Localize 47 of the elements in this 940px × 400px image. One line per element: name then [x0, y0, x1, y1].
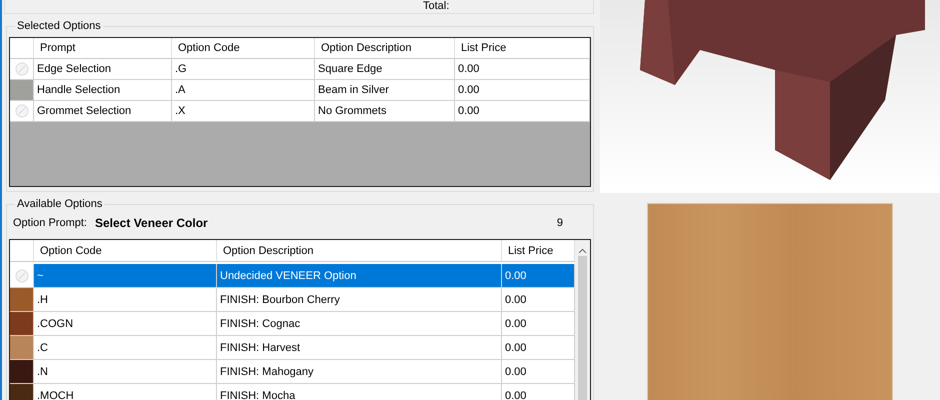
group-title: Available Options — [15, 197, 104, 211]
table-cell[interactable]: 0.00 — [502, 336, 575, 360]
no-image-icon — [14, 268, 28, 282]
table-cell[interactable]: .COGN — [34, 312, 217, 336]
table-cell: .G — [172, 59, 315, 80]
table-cell[interactable]: 0.00 — [502, 384, 575, 400]
table-cell[interactable]: 0.00 — [502, 264, 575, 288]
table-cell[interactable]: FINISH: Bourbon Cherry — [217, 288, 502, 312]
scroll-up-icon[interactable] — [578, 248, 587, 254]
column-header[interactable]: Prompt — [34, 38, 172, 59]
table-cell[interactable]: ~ — [34, 264, 217, 288]
table-cell: .X — [172, 101, 315, 122]
table-cell: 0.00 — [455, 101, 590, 122]
table-cell: 0.00 — [455, 59, 590, 80]
scroll-thumb[interactable] — [578, 256, 587, 400]
column-header[interactable]: Option Description — [315, 38, 455, 59]
table-cell: Square Edge — [315, 59, 455, 80]
column-header[interactable]: Option Description — [217, 240, 502, 262]
total-label: Total: — [423, 0, 450, 13]
table-cell[interactable]: FINISH: Mahogany — [217, 360, 502, 384]
column-header[interactable]: Option Code — [34, 240, 217, 262]
column-header[interactable]: Option Code — [172, 38, 315, 59]
table-cell[interactable]: .N — [34, 360, 217, 384]
column-header[interactable]: List Price — [502, 240, 575, 262]
table-cell: Grommet Selection — [34, 101, 172, 122]
option-count: 9 — [556, 217, 563, 229]
table-cell[interactable]: .H — [34, 288, 217, 312]
table-cell: .A — [172, 80, 315, 101]
table-cell[interactable]: 0.00 — [502, 288, 575, 312]
table-cell[interactable]: 0.00 — [502, 312, 575, 336]
table-cell: 0.00 — [455, 80, 590, 101]
table-cell: Edge Selection — [34, 59, 172, 80]
option-prompt-label: Option Prompt: — [13, 217, 88, 229]
no-image-icon — [14, 62, 28, 76]
table-cell[interactable]: .C — [34, 336, 217, 360]
table-cell[interactable]: Undecided VENEER Option — [217, 264, 502, 288]
option-prompt-value: Select Veneer Color — [95, 216, 209, 230]
group-title: Selected Options — [15, 19, 103, 33]
table-cell: Handle Selection — [34, 80, 172, 101]
table-cell[interactable]: 0.00 — [502, 360, 575, 384]
table-cell: Beam in Silver — [315, 80, 455, 101]
table-cell[interactable]: FINISH: Cognac — [217, 312, 502, 336]
table-cell[interactable]: FINISH: Harvest — [217, 336, 502, 360]
table-cell: No Grommets — [315, 101, 455, 122]
no-image-icon — [14, 104, 28, 118]
column-header[interactable]: List Price — [455, 38, 590, 59]
scrollbar[interactable] — [575, 240, 590, 400]
